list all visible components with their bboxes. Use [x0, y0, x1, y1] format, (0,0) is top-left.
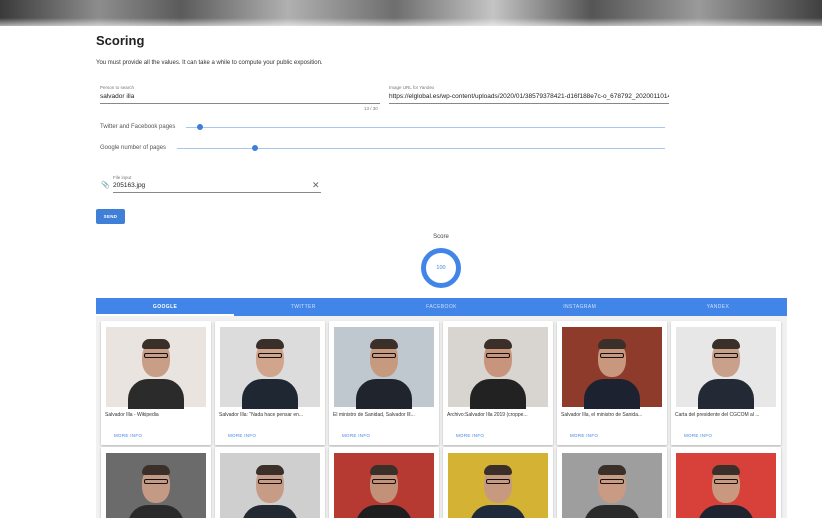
send-button[interactable]: SEND [96, 209, 125, 224]
result-card[interactable] [215, 447, 325, 518]
result-card[interactable] [329, 447, 439, 518]
page-title: Scoring [96, 33, 145, 48]
result-thumbnail-image[interactable] [220, 453, 320, 518]
source-tabs: GOOGLE TWITTER FACEBOOK INSTAGRAM YANDEX [96, 298, 787, 316]
result-thumbnail-image[interactable] [220, 327, 320, 409]
paperclip-icon: 📎 [101, 182, 110, 189]
result-card[interactable] [557, 447, 667, 518]
result-caption: Salvador Illa - Wikipedia [105, 412, 159, 418]
result-thumbnail-image[interactable] [448, 453, 548, 518]
result-caption: El ministro de Sanidad, Salvador Ill... [333, 412, 415, 418]
twitter-facebook-pages-slider[interactable] [186, 127, 665, 128]
result-card[interactable]: Archivo:Salvador Illa 2019 (croppe... MOR… [443, 321, 553, 445]
tab-google[interactable]: GOOGLE [96, 298, 235, 316]
twitter-facebook-slider-thumb[interactable] [197, 124, 204, 130]
result-thumbnail-image[interactable] [562, 327, 662, 409]
google-pages-label: Google number of pages [100, 145, 167, 151]
more-info-link[interactable]: MORE INFO [456, 433, 484, 438]
result-card[interactable] [443, 447, 553, 518]
result-thumbnail-image[interactable] [106, 453, 206, 518]
result-card[interactable]: Salvador Illa, el ministro de Sanida... M… [557, 321, 667, 445]
result-caption: Salvador Illa, el ministro de Sanida... [561, 412, 643, 418]
result-thumbnail-image[interactable] [676, 327, 776, 409]
result-caption: Carta del presidente del CGCOM al ... [675, 412, 760, 418]
more-info-link[interactable]: MORE INFO [342, 433, 370, 438]
result-card[interactable] [671, 447, 781, 518]
result-caption: Archivo:Salvador Illa 2019 (croppe... [447, 412, 528, 418]
google-pages-slider[interactable] [177, 148, 665, 149]
result-card[interactable]: Carta del presidente del CGCOM al ... MOR… [671, 321, 781, 445]
more-info-link[interactable]: MORE INFO [114, 433, 142, 438]
result-thumbnail-image[interactable] [448, 327, 548, 409]
twitter-facebook-pages-label: Twitter and Facebook pages [100, 124, 176, 130]
score-label: Score [433, 234, 449, 240]
result-card[interactable]: Salvador Illa - Wikipedia MORE INFO [101, 321, 211, 445]
result-thumbnail-image[interactable] [334, 327, 434, 409]
person-search-input[interactable]: salvador illa [100, 93, 380, 100]
file-input-label: File input [113, 175, 132, 180]
tab-twitter[interactable]: TWITTER [234, 298, 372, 316]
score-value: 100 [436, 265, 446, 271]
score-progress-ring: 100 [421, 248, 461, 288]
page-subtitle: You must provide all the values. It can … [96, 60, 323, 66]
result-card[interactable]: El ministro de Sanidad, Salvador Ill... M… [329, 321, 439, 445]
results-grid: Salvador Illa - Wikipedia MORE INFO Salvad… [96, 316, 787, 518]
result-thumbnail-image[interactable] [562, 453, 662, 518]
result-thumbnail-image[interactable] [106, 327, 206, 409]
tab-instagram[interactable]: INSTAGRAM [511, 298, 649, 316]
result-card[interactable]: Salvador Illa: "Nada hace pensar en... MO… [215, 321, 325, 445]
result-caption: Salvador Illa: "Nada hace pensar en... [219, 412, 304, 418]
person-char-counter: 13 / 30 [364, 106, 378, 111]
result-thumbnail-image[interactable] [334, 453, 434, 518]
more-info-link[interactable]: MORE INFO [570, 433, 598, 438]
person-field-label: Person to search [100, 85, 135, 90]
tab-yandex[interactable]: YANDEX [649, 298, 787, 316]
more-info-link[interactable]: MORE INFO [228, 433, 256, 438]
result-card[interactable] [101, 447, 211, 518]
file-input[interactable]: 205163.jpg [113, 182, 293, 189]
image-url-input[interactable]: https://elglobal.es/wp-content/uploads/2… [389, 93, 669, 100]
more-info-link[interactable]: MORE INFO [684, 433, 712, 438]
tab-facebook[interactable]: FACEBOOK [372, 298, 510, 316]
result-thumbnail-image[interactable] [676, 453, 776, 518]
google-pages-slider-thumb[interactable] [252, 145, 259, 151]
image-url-field-label: Image URL for Yandex [389, 85, 435, 90]
close-icon[interactable]: ✕ [312, 180, 320, 191]
